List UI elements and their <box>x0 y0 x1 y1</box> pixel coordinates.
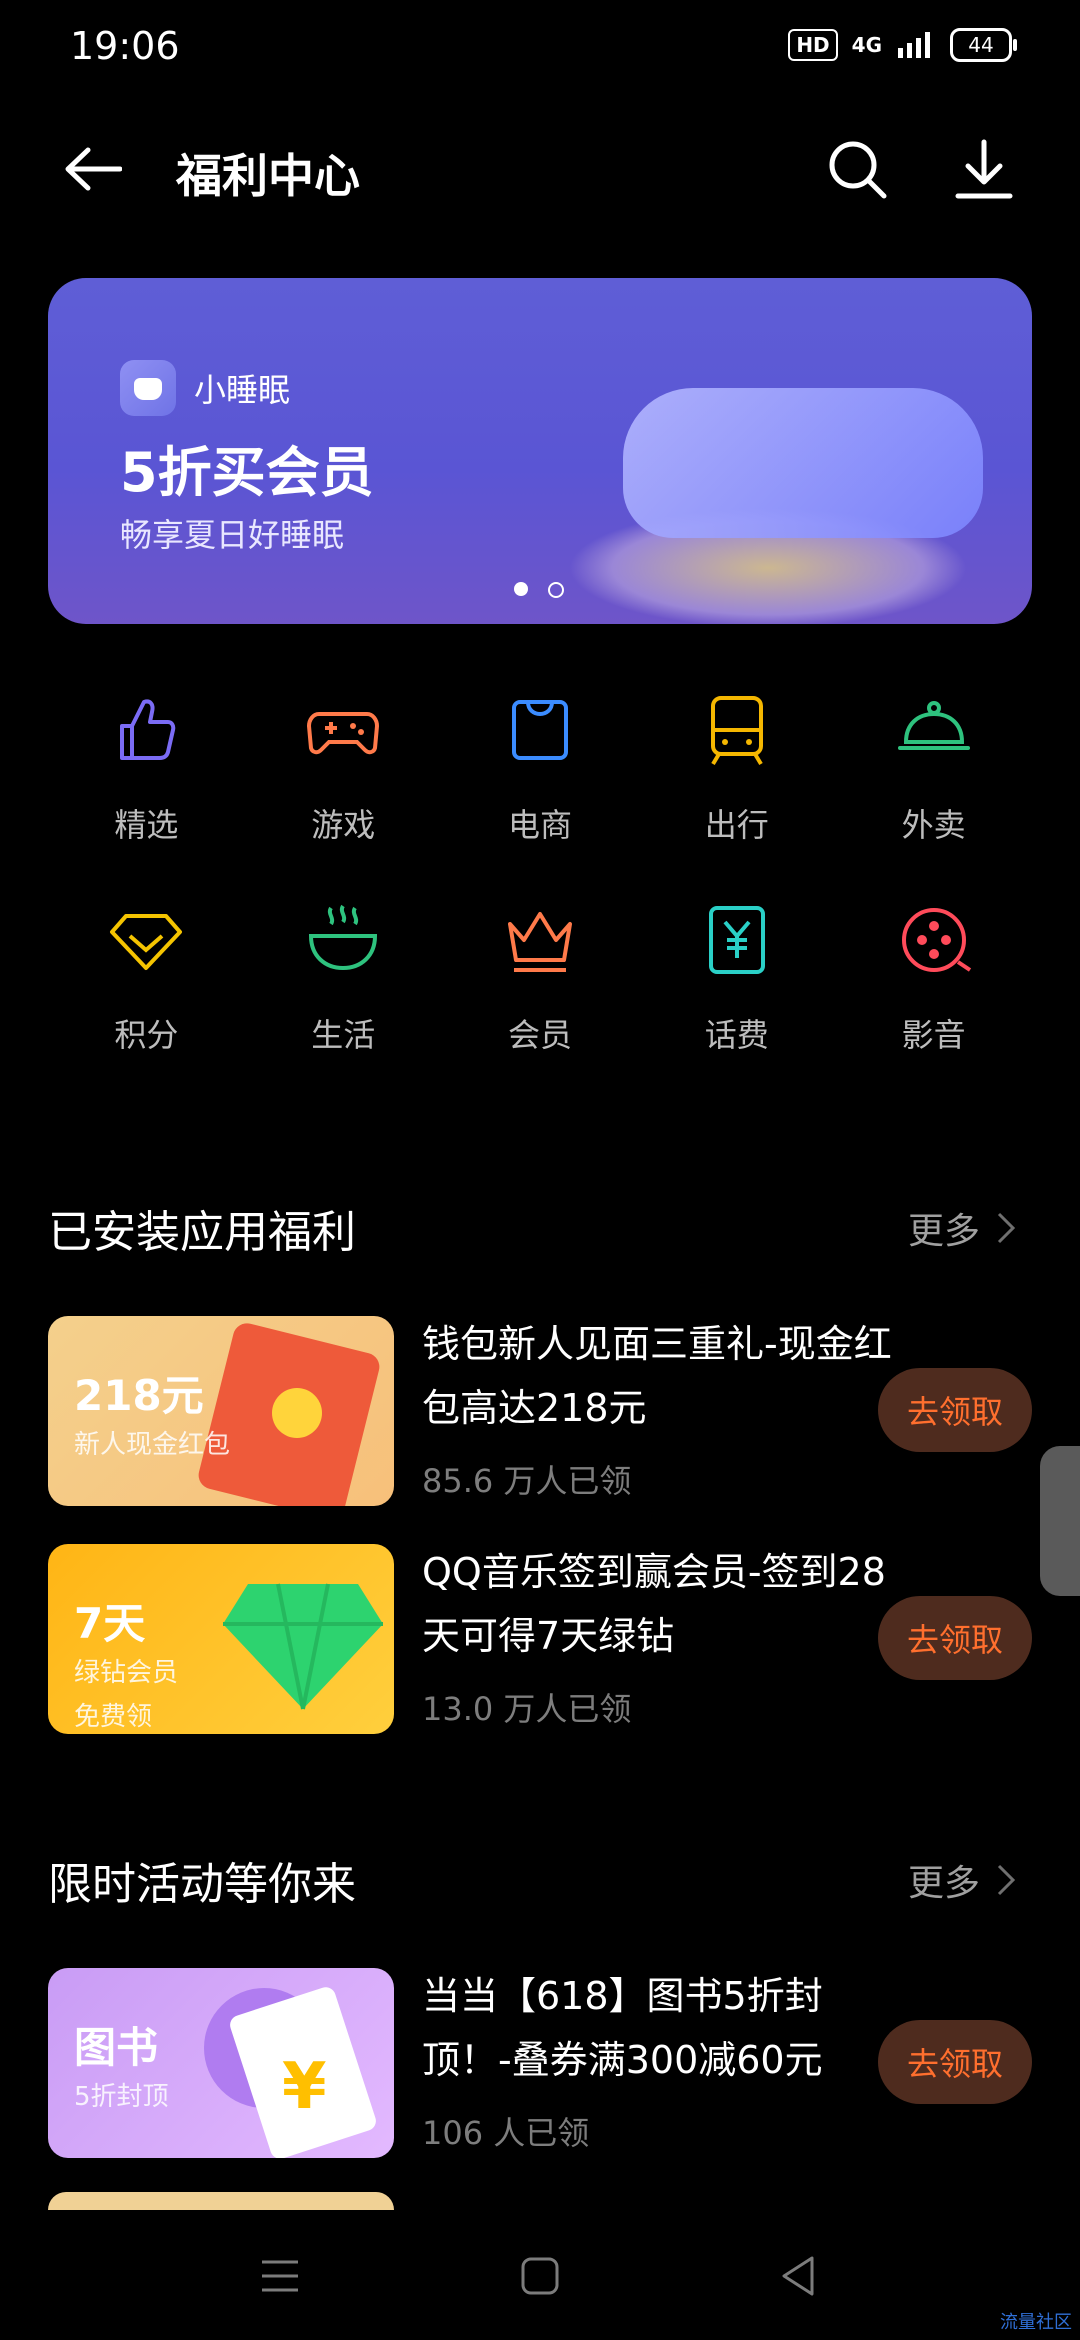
system-back-icon[interactable] <box>776 2252 820 2300</box>
thumbnail-amount: 218元 <box>74 1371 204 1420</box>
top-app-bar: 福利中心 <box>0 120 1080 220</box>
home-icon[interactable] <box>518 2254 562 2298</box>
wallet-promo-thumbnail: 218元 新人现金红包 <box>48 1316 394 1506</box>
chevron-right-icon <box>997 1864 1016 1896</box>
page-title: 福利中心 <box>176 149 360 203</box>
crown-icon <box>507 912 572 972</box>
yuan-symbol-icon: ¥ <box>282 2050 327 2124</box>
chevron-right-icon <box>997 1212 1016 1244</box>
claimed-count: 106 人已领 <box>422 2114 590 2152</box>
category-games[interactable]: 游戏 <box>245 690 442 900</box>
category-label: 精选 <box>114 806 179 844</box>
category-label: 影音 <box>901 1016 966 1054</box>
thumbnail-caption: 绿钻会员 <box>74 1658 179 1688</box>
bus-icon <box>710 696 763 766</box>
category-travel[interactable]: 出行 <box>638 690 835 900</box>
category-label: 游戏 <box>311 806 376 844</box>
list-item[interactable]: 7天 绿钻会员 免费领 QQ音乐签到赢会员-签到28天可得7天绿钻 13.0 万… <box>48 1544 1032 1734</box>
back-arrow-icon[interactable] <box>64 146 122 192</box>
next-item-peek <box>48 2192 394 2210</box>
category-label: 电商 <box>507 806 572 844</box>
category-label: 出行 <box>704 806 769 844</box>
category-membership[interactable]: 会员 <box>442 900 639 1110</box>
thumbnail-caption: 5折封顶 <box>74 2082 169 2112</box>
banner-dot-active <box>514 582 528 596</box>
category-phone-bill[interactable]: 话费 <box>638 900 835 1110</box>
category-takeout[interactable]: 外卖 <box>835 690 1032 900</box>
thumbnail-title: 图书 <box>74 2023 159 2072</box>
item-description: 当当【618】图书5折封顶！-叠券满300减60元 <box>422 1974 823 2082</box>
more-label: 更多 <box>907 1863 980 1904</box>
yuan-card-icon <box>708 906 765 974</box>
claim-button[interactable]: 去领取 <box>878 1368 1032 1452</box>
category-label: 积分 <box>114 1016 179 1054</box>
claim-button[interactable]: 去领取 <box>878 2020 1032 2104</box>
list-item[interactable]: ¥ 图书 5折封顶 当当【618】图书5折封顶！-叠券满300减60元 106 … <box>48 1968 1032 2158</box>
film-reel-icon <box>901 908 971 972</box>
claim-button[interactable]: 去领取 <box>878 1596 1032 1680</box>
network-indicator: 4G <box>851 33 882 57</box>
watermark: 流量社区 <box>1000 2312 1072 2333</box>
banner-app: 小睡眠 <box>120 360 290 416</box>
item-description: 钱包新人见面三重礼-现金红包高达218元 <box>422 1322 892 1430</box>
thumbnail-caption-2: 免费领 <box>74 1702 153 1732</box>
thumbs-up-icon <box>120 699 176 760</box>
signal-icon <box>898 32 930 58</box>
status-icons: HD 4G 44 <box>788 28 1017 62</box>
search-icon[interactable] <box>826 138 890 202</box>
banner-headline: 5折买会员 <box>120 441 374 504</box>
item-description: QQ音乐签到赢会员-签到28天可得7天绿钻 <box>422 1550 886 1658</box>
sleeping-cat-illustration <box>623 388 983 538</box>
category-ecommerce[interactable]: 电商 <box>442 690 639 900</box>
gamepad-icon <box>307 712 380 755</box>
category-label: 会员 <box>507 1016 572 1054</box>
edge-panel-handle[interactable] <box>1040 1446 1080 1596</box>
music-promo-thumbnail: 7天 绿钻会员 免费领 <box>48 1544 394 1734</box>
system-navigation-bar <box>0 2240 1080 2340</box>
banner-subtitle: 畅享夏日好睡眠 <box>120 516 345 554</box>
download-icon[interactable] <box>952 138 1016 202</box>
status-bar: 19:06 HD 4G 44 <box>0 0 1080 96</box>
banner-dot <box>548 582 564 598</box>
sleep-app-icon <box>120 360 176 416</box>
more-label: 更多 <box>907 1211 980 1252</box>
shopping-bag-icon <box>511 700 568 760</box>
hd-indicator: HD <box>788 29 838 61</box>
claimed-count: 13.0 万人已领 <box>422 1690 632 1728</box>
food-dome-icon <box>897 701 970 750</box>
category-grid: 精选 游戏 电商 出行 外卖 积分 生活 会员 话费 影音 <box>48 690 1032 1110</box>
thumbnail-caption: 新人现金红包 <box>74 1430 231 1460</box>
category-points[interactable]: 积分 <box>48 900 245 1110</box>
gem-icon <box>110 914 183 970</box>
category-label: 外卖 <box>901 806 966 844</box>
category-label: 话费 <box>704 1016 769 1054</box>
list-item[interactable]: 218元 新人现金红包 钱包新人见面三重礼-现金红包高达218元 85.6 万人… <box>48 1316 1032 1506</box>
category-life[interactable]: 生活 <box>245 900 442 1110</box>
banner-app-name: 小睡眠 <box>194 371 291 409</box>
promo-more-link[interactable]: 更多 <box>908 1854 1016 1906</box>
status-time: 19:06 <box>70 24 180 68</box>
bowl-icon <box>309 904 378 971</box>
promo-section-title: 限时活动等你来 <box>48 1859 356 1910</box>
battery-icon: 44 <box>950 28 1017 62</box>
installed-section-title: 已安装应用福利 <box>48 1207 356 1258</box>
recent-apps-icon[interactable] <box>258 2254 302 2298</box>
book-promo-thumbnail: ¥ 图书 5折封顶 <box>48 1968 394 2158</box>
coin-icon <box>272 1388 322 1438</box>
category-featured[interactable]: 精选 <box>48 690 245 900</box>
category-label: 生活 <box>311 1016 376 1054</box>
green-diamond-icon <box>223 1583 383 1710</box>
battery-level: 44 <box>968 33 994 57</box>
category-media[interactable]: 影音 <box>835 900 1032 1110</box>
promo-banner[interactable]: 小睡眠 5折买会员 畅享夏日好睡眠 <box>48 278 1032 624</box>
claimed-count: 85.6 万人已领 <box>422 1462 632 1500</box>
installed-more-link[interactable]: 更多 <box>908 1202 1016 1254</box>
thumbnail-amount: 7天 <box>74 1599 146 1648</box>
